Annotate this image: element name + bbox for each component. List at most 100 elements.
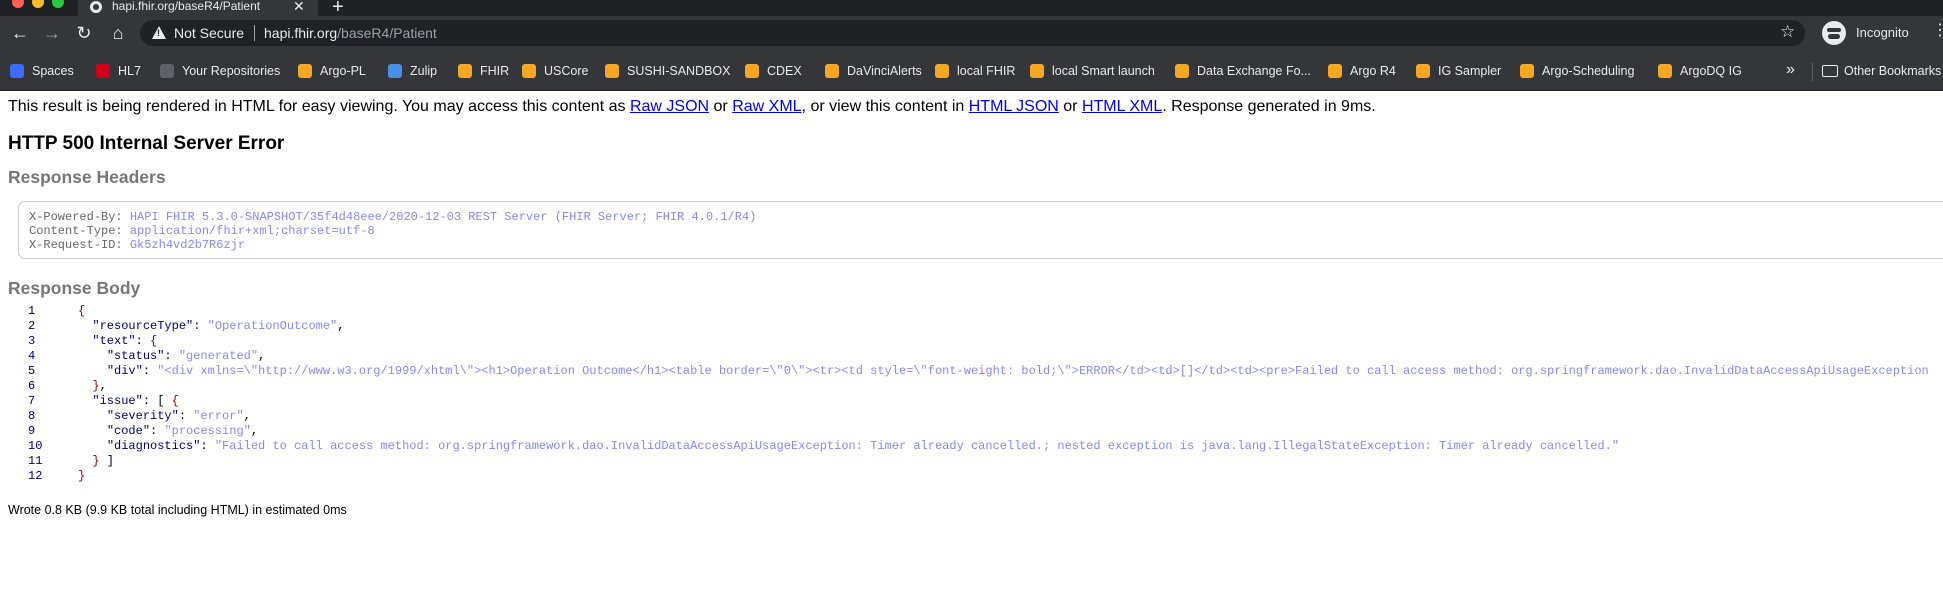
html-json-link[interactable]: HTML JSON (969, 98, 1059, 115)
code-token: "issue" (92, 394, 143, 408)
tab-close-icon[interactable]: ✕ (293, 0, 305, 13)
menu-icon[interactable]: ⋮ (1932, 23, 1943, 39)
bookmark-label: Spaces (32, 64, 74, 78)
fhir-flame-icon (298, 64, 312, 78)
code-token: : (135, 334, 151, 348)
window-zoom-button[interactable] (52, 0, 64, 8)
code-token: : (178, 409, 194, 423)
fhir-flame-icon (605, 64, 619, 78)
header-name: X-Powered-By: (29, 210, 123, 224)
line-number: 4 (28, 349, 36, 363)
omnibox-divider (254, 25, 255, 41)
code-token: { (150, 334, 158, 348)
status-heading: HTTP 500 Internal Server Error (8, 133, 285, 154)
code-token: ] (99, 454, 115, 468)
home-icon[interactable]: ⌂ (106, 21, 130, 45)
code-text: "text": { (78, 334, 157, 349)
code-token: { (171, 394, 179, 408)
fhir-flame-icon (458, 64, 472, 78)
header-value: Gk5zh4vd2b7R6zjr (129, 238, 246, 252)
fhir-flame-icon (1175, 64, 1189, 78)
response-body-heading: Response Body (8, 278, 141, 298)
bookmark-star-icon[interactable]: ☆ (1780, 22, 1795, 42)
fhir-flame-icon (1658, 64, 1672, 78)
address-bar[interactable]: Not Secure hapi.fhir.org/baseR4/Patient … (140, 20, 1805, 46)
bookmark-label: DaVinciAlerts (847, 64, 922, 78)
more-bookmarks-icon[interactable]: » (1786, 61, 1795, 79)
bookmark-label: Argo-Scheduling (1542, 64, 1635, 78)
fhir-flame-icon (1520, 64, 1534, 78)
back-arrow-icon[interactable]: ← (8, 21, 32, 45)
code-token: "diagnostics" (106, 439, 201, 453)
bookmark-label: local FHIR (957, 64, 1016, 78)
code-token: "Failed to call access method: org.sprin… (214, 439, 1620, 453)
code-text: "status": "generated", (78, 349, 265, 364)
code-token: : (150, 424, 165, 438)
code-token: "processing" (164, 424, 251, 438)
code-token: , (250, 424, 259, 438)
incognito-icon[interactable] (1822, 21, 1846, 45)
header-row: X-Request-ID: Gk5zh4vd2b7R6zjr (29, 238, 245, 252)
line-number: 1 (28, 304, 36, 318)
code-token: { (78, 304, 86, 318)
intro-text: , or view this content in (801, 98, 969, 115)
bookmarks-divider (1812, 63, 1813, 81)
intro-text: . Response generated in 9ms. (1162, 98, 1376, 115)
code-token: "div" (106, 364, 143, 378)
new-tab-button[interactable]: + (332, 0, 344, 17)
intro-text: or (1058, 98, 1082, 115)
code-token: , (99, 379, 107, 393)
line-number: 10 (28, 439, 43, 453)
raw-xml-link[interactable]: Raw XML (732, 98, 801, 115)
raw-json-link[interactable]: Raw JSON (630, 98, 709, 115)
line-number: 9 (28, 424, 36, 438)
intro-paragraph: This result is being rendered in HTML fo… (8, 98, 1376, 116)
header-value: HAPI FHIR 5.3.0-SNAPSHOT/35f4d48eee/2020… (129, 210, 757, 224)
tab-strip: hapi.fhir.org/baseR4/Patient ✕ + (0, 0, 1943, 17)
bookmark-label: HL7 (118, 64, 141, 78)
line-number: 3 (28, 334, 36, 348)
line-number: 5 (28, 364, 36, 378)
code-text: "div": "<div xmlns=\"http://www.w3.org/1… (78, 364, 1929, 379)
bookmark-label: Data Exchange Fo... (1197, 64, 1311, 78)
zulip-icon (388, 64, 402, 78)
warning-icon[interactable] (152, 26, 166, 39)
reload-icon[interactable]: ↻ (72, 21, 96, 45)
bookmark-label: Your Repositories (182, 64, 281, 78)
forward-arrow-icon[interactable]: → (40, 21, 64, 45)
code-text: } ] (78, 454, 114, 469)
window-minimize-button[interactable] (32, 0, 44, 8)
code-token: "severity" (106, 409, 179, 423)
code-text: } (78, 469, 85, 484)
profile-label[interactable]: Incognito (1856, 25, 1909, 40)
browser-tab[interactable]: hapi.fhir.org/baseR4/Patient ✕ (78, 0, 318, 16)
code-token: "error" (193, 409, 244, 423)
response-footer: Wrote 0.8 KB (9.9 KB total including HTM… (8, 503, 347, 517)
security-label[interactable]: Not Secure (174, 25, 244, 41)
html-xml-link[interactable]: HTML XML (1082, 98, 1162, 115)
browser-toolbar: ← → ↻ ⌂ Not Secure hapi.fhir.org/baseR4/… (0, 16, 1943, 50)
code-token: } (92, 454, 100, 468)
other-bookmarks-label: Other Bookmarks (1844, 64, 1942, 78)
intro-text: This result is being rendered in HTML fo… (8, 98, 630, 115)
window-close-button[interactable] (12, 0, 24, 8)
url-text[interactable]: hapi.fhir.org/baseR4/Patient (264, 25, 437, 41)
header-value: application/fhir+xml;charset=utf-8 (129, 224, 375, 238)
code-text: "code": "processing", (78, 424, 258, 439)
code-token: "status" (106, 349, 165, 363)
url-host: hapi.fhir.org (264, 25, 338, 41)
response-headers-heading: Response Headers (8, 167, 166, 187)
code-token: "resourceType" (92, 319, 194, 333)
code-token: "code" (106, 424, 151, 438)
line-number: 12 (28, 469, 43, 483)
fhir-flame-icon (745, 64, 759, 78)
globe-icon (90, 1, 102, 13)
